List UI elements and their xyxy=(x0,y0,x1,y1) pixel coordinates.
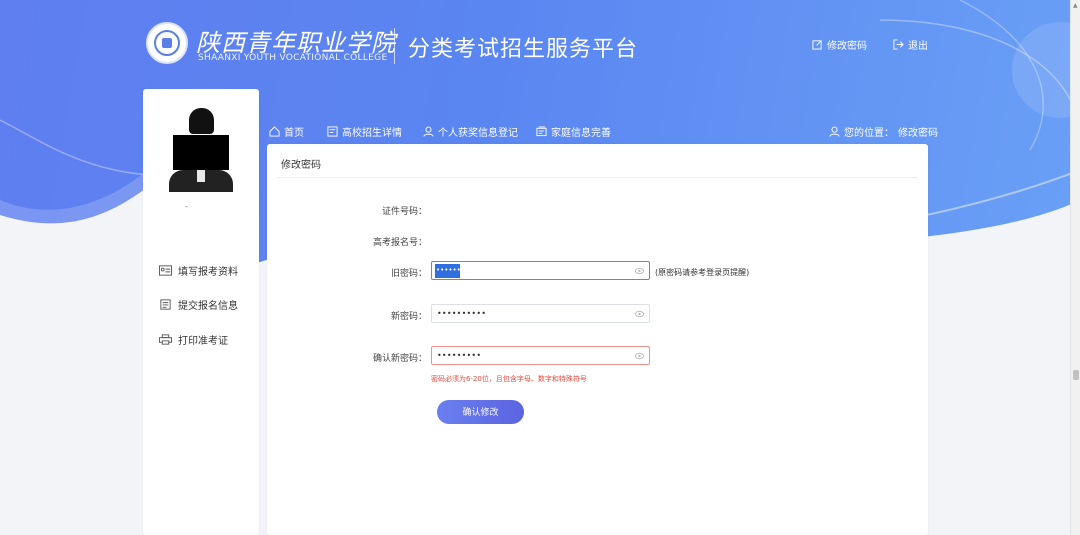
nav-label: 个人获奖信息登记 xyxy=(438,128,518,139)
menu-fill-application[interactable]: 填写报考资料 xyxy=(159,263,238,278)
change-password-link[interactable]: 修改密码 xyxy=(812,37,867,52)
new-password-value: •••••••••• xyxy=(437,309,487,318)
password-card: 修改密码 证件号码： 高考报名号： 旧密码： ••••••••• (原密码请参考… xyxy=(267,144,928,535)
old-password-selection: ••••••••• xyxy=(435,264,473,278)
nav-label: 首页 xyxy=(284,128,304,139)
menu-submit-info[interactable]: 提交报名信息 xyxy=(159,297,238,312)
scrollbar-thumb[interactable] xyxy=(1073,370,1079,380)
exam-number-label: 高考报名号： xyxy=(372,238,427,248)
logout-label: 退出 xyxy=(908,41,928,52)
logout-icon xyxy=(893,39,904,50)
nav-label: 高校招生详情 xyxy=(342,128,402,139)
nav-admission-details[interactable]: 高校招生详情 xyxy=(327,124,402,139)
folder-icon xyxy=(536,126,547,137)
school-name-en: SHAANXI YOUTH VOCATIONAL COLLEGE xyxy=(198,53,388,63)
nav-award-registration[interactable]: 个人获奖信息登记 xyxy=(423,124,518,139)
eye-icon[interactable] xyxy=(635,267,644,275)
platform-title: 分类考试招生服务平台 xyxy=(408,37,639,62)
confirm-password-value: ••••••••• xyxy=(437,351,482,360)
user-location-icon xyxy=(829,126,840,137)
page-title: 修改密码 xyxy=(281,160,321,171)
breadcrumb: 您的位置： 修改密码 xyxy=(829,124,938,139)
new-password-label: 新密码： xyxy=(390,312,427,322)
breadcrumb-current: 修改密码 xyxy=(898,128,938,139)
password-error-message: 密码必须为6-20位，且包含字母、数字和特殊符号 xyxy=(431,375,587,383)
edit-icon xyxy=(812,40,822,50)
printer-icon xyxy=(159,334,172,345)
id-card-icon xyxy=(159,265,172,276)
school-logo xyxy=(146,22,188,64)
home-icon xyxy=(269,126,280,137)
nav-label: 家庭信息完善 xyxy=(551,128,611,139)
logout-link[interactable]: 退出 xyxy=(893,37,928,52)
change-password-label: 修改密码 xyxy=(827,41,867,52)
confirm-password-label: 确认新密码： xyxy=(372,354,427,364)
menu-print-admission[interactable]: 打印准考证 xyxy=(159,332,228,347)
avatar xyxy=(169,106,233,192)
scroll-up-icon[interactable]: ▲ xyxy=(1073,2,1078,9)
eye-icon[interactable] xyxy=(635,310,644,318)
brand-divider xyxy=(394,28,395,64)
breadcrumb-label: 您的位置： xyxy=(844,128,894,139)
menu-label: 打印准考证 xyxy=(178,336,228,347)
eye-icon[interactable] xyxy=(635,352,644,360)
nav-home[interactable]: 首页 xyxy=(269,124,304,139)
page-scrollbar[interactable]: ▲ xyxy=(1070,0,1080,535)
user-icon xyxy=(423,126,434,137)
menu-label: 提交报名信息 xyxy=(178,301,238,312)
confirm-change-button[interactable]: 确认修改 xyxy=(437,400,524,424)
menu-label: 填写报考资料 xyxy=(178,267,238,278)
document-icon xyxy=(160,299,171,310)
confirm-password-field[interactable]: ••••••••• xyxy=(431,346,650,365)
old-password-hint: (原密码请参考登录页提醒) xyxy=(655,268,750,277)
new-password-field[interactable]: •••••••••• xyxy=(431,304,650,323)
id-number-label: 证件号码： xyxy=(381,207,427,217)
title-divider xyxy=(277,177,918,178)
sidebar: - 填写报考资料 提交报名信息 打印准考证 xyxy=(143,89,259,535)
book-icon xyxy=(327,126,338,137)
user-name: - xyxy=(185,202,188,211)
nav-family-info[interactable]: 家庭信息完善 xyxy=(536,124,611,139)
old-password-field[interactable]: ••••••••• xyxy=(431,261,650,280)
old-password-label: 旧密码： xyxy=(390,269,427,279)
